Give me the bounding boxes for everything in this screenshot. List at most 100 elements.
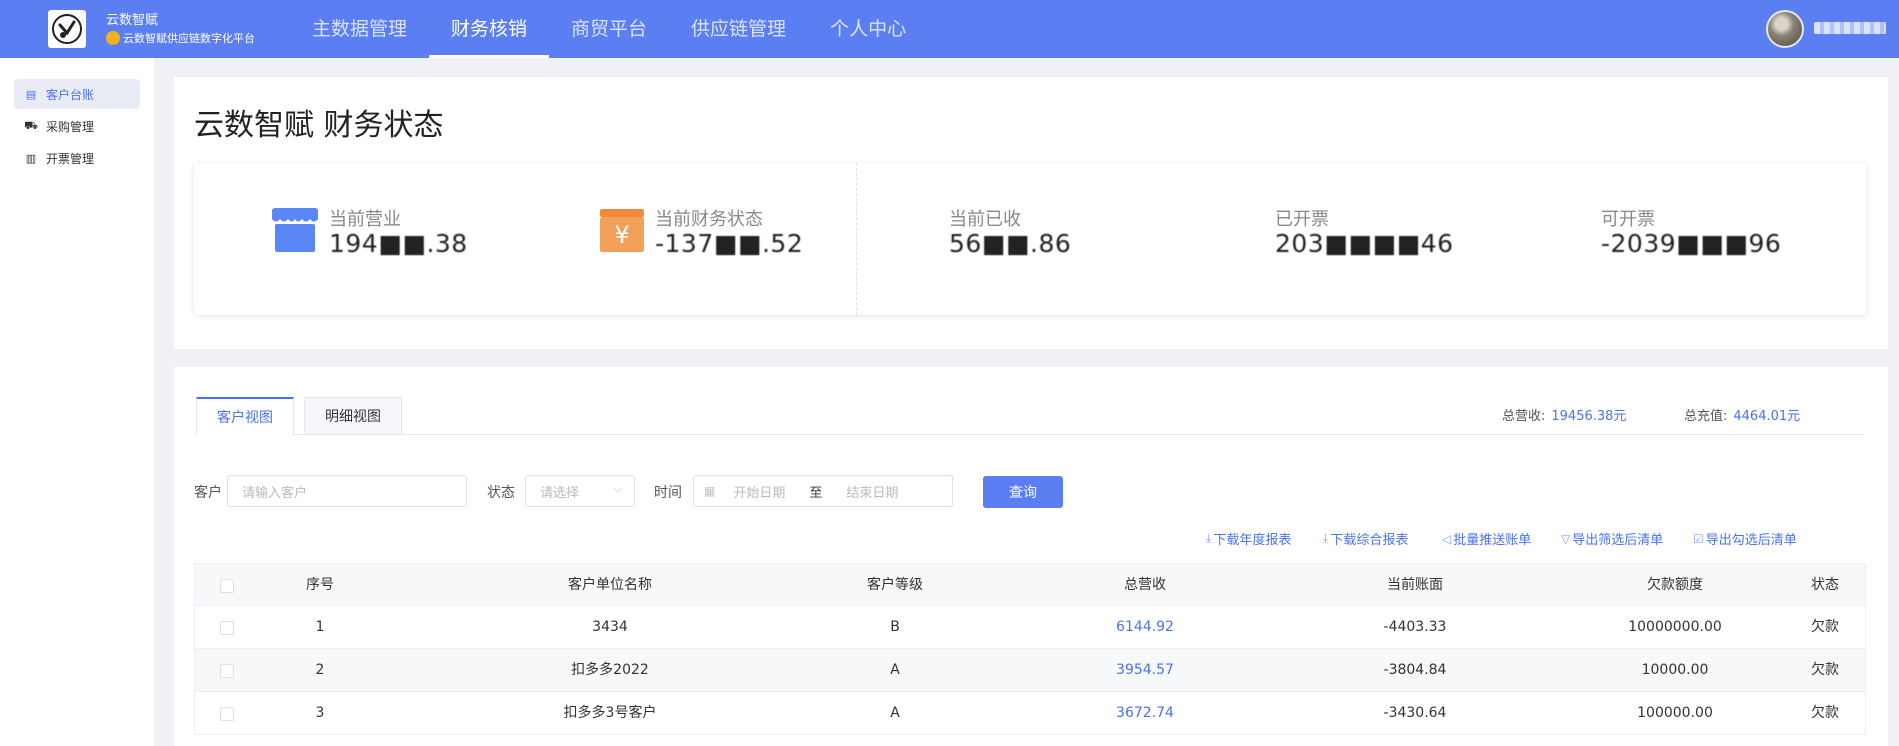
status-select[interactable]: 请选择 ⌵ xyxy=(525,475,635,507)
total-recharge: 总充值: 4464.01元 xyxy=(1684,405,1800,424)
header-level: 客户等级 xyxy=(867,577,923,593)
logo-icon xyxy=(52,14,82,44)
document-icon: ▥ xyxy=(25,151,37,165)
checkbox-icon: ☑ xyxy=(1693,531,1704,546)
stat-label-current-finance: 当前财务状态 xyxy=(655,209,763,230)
query-button[interactable]: 查询 xyxy=(983,476,1063,508)
calendar-icon: ▦ xyxy=(704,484,716,498)
customer-filter-label: 客户 xyxy=(194,485,222,501)
header-revenue: 总营收 xyxy=(1124,577,1166,593)
header-index: 序号 xyxy=(306,577,334,593)
nav-item-personal-center[interactable]: 个人中心 xyxy=(808,0,928,58)
brand-badge-icon xyxy=(106,31,120,45)
row-checkbox[interactable] xyxy=(220,664,234,678)
batch-push-bills-link[interactable]: ◁ 批量推送账单 xyxy=(1442,529,1531,549)
page-title: 云数智赋 财务状态 xyxy=(194,108,444,143)
nav-item-supply-chain[interactable]: 供应链管理 xyxy=(669,0,808,58)
cell-name: 3434 xyxy=(592,619,628,635)
select-all-checkbox[interactable] xyxy=(220,579,234,593)
start-date-input[interactable]: 开始日期 xyxy=(733,482,809,501)
status-filter-label: 状态 xyxy=(487,485,515,501)
avatar[interactable] xyxy=(1766,10,1804,48)
total-revenue-value: 19456.38元 xyxy=(1551,409,1627,424)
stat-value-current-finance: -137■■.52 xyxy=(655,229,804,258)
end-date-input[interactable]: 结束日期 xyxy=(846,482,898,501)
cell-level: B xyxy=(890,619,900,635)
total-recharge-label: 总充值: xyxy=(1684,409,1728,424)
total-revenue-label: 总营收: xyxy=(1502,409,1546,424)
cell-limit: 10000000.00 xyxy=(1628,619,1722,635)
cell-revenue-link[interactable]: 3954.57 xyxy=(1055,649,1235,692)
cell-balance: -4403.33 xyxy=(1383,619,1447,635)
tab-detail-view[interactable]: 明细视图 xyxy=(304,397,402,435)
row-checkbox[interactable] xyxy=(220,707,234,721)
table-row[interactable]: 1 3434 B 6144.92 -4403.33 10000000.00 欠款 xyxy=(194,606,1866,649)
cell-index: 2 xyxy=(315,662,325,678)
cell-level: A xyxy=(890,662,900,678)
customer-table: 序号 客户单位名称 客户等级 总营收 当前账面 欠款额度 状态 1 3434 B… xyxy=(194,563,1866,735)
top-navbar: 云数智赋 云数智赋供应链数字化平台 主数据管理 财务核销 商贸平台 供应链管理 … xyxy=(0,0,1899,58)
table-row[interactable]: 2 扣多多2022 A 3954.57 -3804.84 10000.00 欠款 xyxy=(194,649,1866,692)
total-revenue: 总营收: 19456.38元 xyxy=(1502,405,1626,424)
stat-label-current-revenue: 当前营业 xyxy=(329,209,401,230)
sidebar-item-invoicing[interactable]: ▥ 开票管理 xyxy=(14,143,140,173)
svg-text:¥: ¥ xyxy=(614,221,629,249)
sidebar-item-label: 客户台账 xyxy=(46,87,95,102)
sidebar-item-customer-ledger[interactable]: ▤ 客户台账 xyxy=(14,79,140,109)
username-redacted[interactable] xyxy=(1814,22,1886,34)
stat-value-invoiceable: -2039■■■96 xyxy=(1601,229,1782,258)
stat-value-current-revenue: 194■■.38 xyxy=(329,229,468,258)
header-name: 客户单位名称 xyxy=(568,577,652,593)
send-icon: ◁ xyxy=(1442,531,1452,546)
stat-label-invoiceable: 可开票 xyxy=(1601,209,1655,230)
cart-icon: ⛟ xyxy=(24,118,38,132)
table-row[interactable]: 3 扣多多3号客户 A 3672.74 -3430.64 100000.00 欠… xyxy=(194,692,1866,735)
stat-label-invoiced: 已开票 xyxy=(1275,209,1329,230)
cell-revenue-link[interactable]: 6144.92 xyxy=(1055,606,1235,649)
header-balance: 当前账面 xyxy=(1387,577,1443,593)
tab-customer-view[interactable]: 客户视图 xyxy=(196,397,294,436)
download-annual-report-link[interactable]: ⤓ 下载年度报表 xyxy=(1206,529,1291,548)
yen-icon: ¥ xyxy=(597,207,647,253)
nav-item-trade-platform[interactable]: 商贸平台 xyxy=(549,0,669,58)
stat-value-received: 56■■.86 xyxy=(949,229,1072,258)
header-limit: 欠款额度 xyxy=(1647,577,1703,593)
cell-status: 欠款 xyxy=(1811,662,1839,678)
export-filtered-list-link[interactable]: ▽ 导出筛选后清单 xyxy=(1561,529,1663,549)
date-range-separator: 至 xyxy=(809,485,823,501)
sidebar-item-label: 开票管理 xyxy=(46,151,95,166)
row-checkbox[interactable] xyxy=(220,621,234,635)
stats-card: 当前营业 194■■.38 ¥ 当前财务状态 -137■■.52 当前已收 56… xyxy=(194,163,1866,315)
cell-balance: -3430.64 xyxy=(1383,705,1447,721)
cell-index: 1 xyxy=(315,619,325,635)
brand-subtitle: 云数智赋供应链数字化平台 xyxy=(123,32,255,45)
stat-label-received: 当前已收 xyxy=(949,209,1021,230)
cell-status: 欠款 xyxy=(1811,705,1839,721)
nav-item-finance[interactable]: 财务核销 xyxy=(429,0,550,58)
download-summary-report-link[interactable]: ⤓ 下载综合报表 xyxy=(1323,529,1408,548)
export-checked-list-link[interactable]: ☑ 导出勾选后清单 xyxy=(1693,529,1797,549)
stat-value-invoiced: 203■■■■46 xyxy=(1275,229,1454,258)
sidebar-item-purchase[interactable]: ⛟ 采购管理 xyxy=(14,111,140,141)
cell-name: 扣多多3号客户 xyxy=(563,705,657,721)
date-range-picker[interactable]: ▦ 开始日期 至 结束日期 xyxy=(693,475,953,507)
cell-index: 3 xyxy=(315,705,325,721)
total-recharge-value: 4464.01元 xyxy=(1733,409,1801,424)
cell-revenue-link[interactable]: 3672.74 xyxy=(1055,692,1235,735)
sidebar: ▤ 客户台账 ⛟ 采购管理 ▥ 开票管理 xyxy=(0,58,154,746)
stats-divider xyxy=(856,163,857,315)
cell-name: 扣多多2022 xyxy=(571,662,649,678)
main-nav: 主数据管理 财务核销 商贸平台 供应链管理 个人中心 xyxy=(290,0,928,58)
header-status: 状态 xyxy=(1811,577,1839,593)
chevron-down-icon: ⌵ xyxy=(613,482,622,495)
logo[interactable] xyxy=(48,10,86,48)
time-filter-label: 时间 xyxy=(654,485,682,501)
customer-search-input[interactable]: 请输入客户 xyxy=(227,475,467,507)
cell-level: A xyxy=(890,705,900,721)
nav-item-master-data[interactable]: 主数据管理 xyxy=(290,0,429,58)
cell-limit: 10000.00 xyxy=(1641,662,1709,678)
store-icon xyxy=(270,207,320,253)
sidebar-item-label: 采购管理 xyxy=(46,119,95,134)
cell-limit: 100000.00 xyxy=(1637,705,1713,721)
ledger-icon: ▤ xyxy=(25,87,37,101)
